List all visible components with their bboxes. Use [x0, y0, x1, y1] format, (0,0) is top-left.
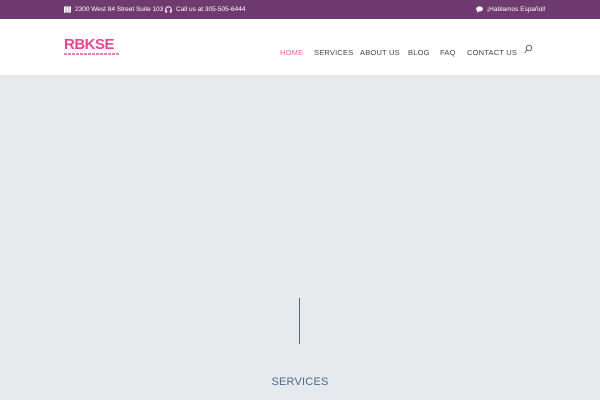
site-header: RBKSE HOME SERVICES ABOUT US BLOG FAQ CO…: [0, 19, 600, 76]
main-navigation: HOME SERVICES ABOUT US BLOG FAQ CONTACT …: [0, 48, 600, 60]
services-section-title: SERVICES: [271, 376, 329, 388]
nav-item-about-us[interactable]: ABOUT US: [360, 48, 400, 57]
spanish-text: ¡Hablamos Español!: [487, 6, 546, 13]
spanish-item: ¡Hablamos Español!: [476, 6, 546, 13]
address-text: 2300 West 84 Street Suite 103: [75, 6, 164, 13]
nav-item-services[interactable]: SERVICES: [314, 48, 353, 57]
hero-section: SERVICES: [0, 76, 600, 400]
address-item: 2300 West 84 Street Suite 103: [64, 6, 163, 13]
hero-divider-line: [299, 298, 300, 344]
phone-text[interactable]: Call us at 305-505-6444: [176, 6, 245, 13]
nav-item-faq[interactable]: FAQ: [440, 48, 456, 57]
search-button[interactable]: [523, 41, 533, 54]
speech-bubble-icon: [476, 6, 483, 13]
nav-item-home[interactable]: HOME: [280, 48, 303, 57]
map-icon: [64, 6, 71, 13]
headphones-icon: [165, 6, 172, 13]
phone-item[interactable]: Call us at 305-505-6444: [165, 6, 245, 13]
nav-item-blog[interactable]: BLOG: [408, 48, 430, 57]
search-icon: [524, 44, 533, 54]
nav-item-contact-us[interactable]: CONTACT US: [467, 48, 517, 57]
top-info-bar: 2300 West 84 Street Suite 103 Call us at…: [0, 0, 600, 19]
